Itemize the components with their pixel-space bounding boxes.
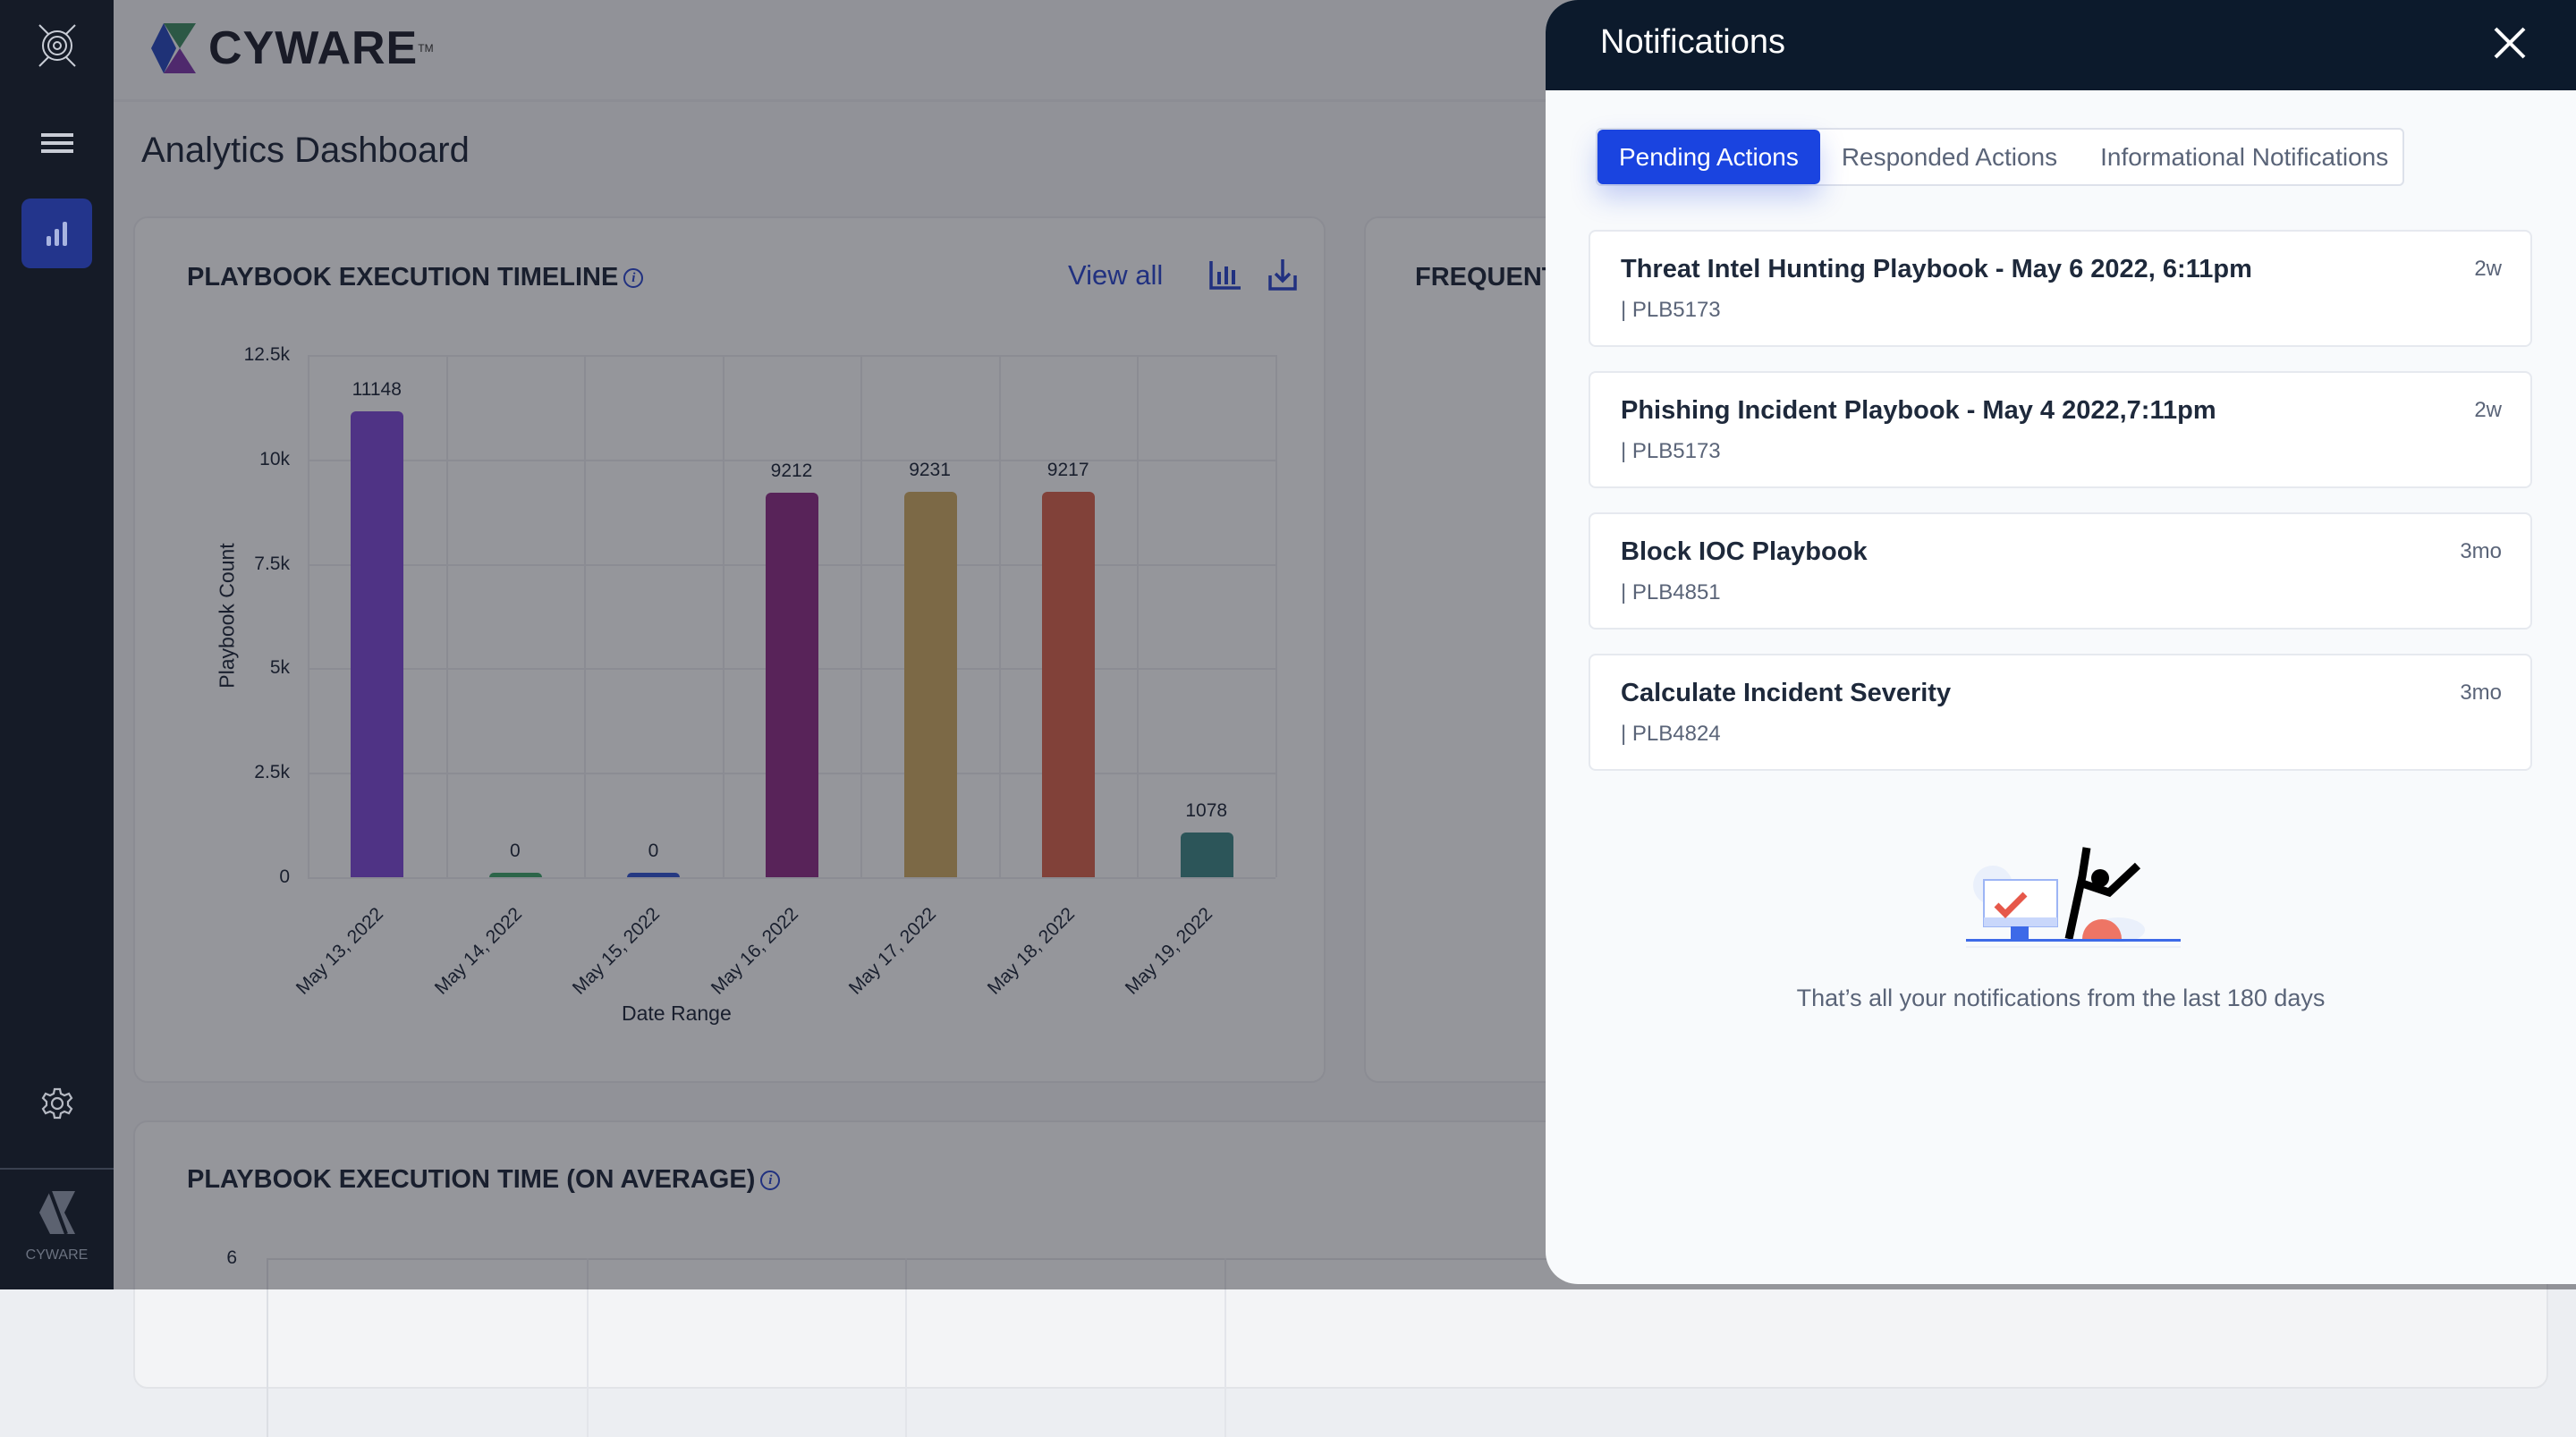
orchestrator-logo-icon[interactable]: [0, 20, 114, 72]
notification-item[interactable]: Block IOC Playbook | PLB4851 3mo: [1589, 512, 2532, 630]
notification-item[interactable]: Threat Intel Hunting Playbook - May 6 20…: [1589, 230, 2532, 347]
all-caught-up-illustration: [1966, 847, 2181, 948]
tab-pending-actions[interactable]: Pending Actions: [1597, 130, 1820, 184]
notifications-panel: Notifications Pending Actions Responded …: [1546, 0, 2576, 1284]
notification-playbook-id: | PLB5173: [1621, 298, 1721, 322]
empty-state-text: That’s all your notifications from the l…: [1796, 985, 2326, 1011]
notification-title: Threat Intel Hunting Playbook - May 6 20…: [1621, 255, 2252, 283]
cyware-logo-icon: [0, 1189, 114, 1236]
sidebar-item-analytics[interactable]: [21, 199, 92, 268]
notification-time: 2w: [2474, 257, 2502, 281]
panel-header: Notifications: [1546, 0, 2576, 90]
analytics-icon: [47, 222, 67, 246]
tab-informational-notifications[interactable]: Informational Notifications: [2079, 130, 2410, 184]
notification-tabs: Pending Actions Responded Actions Inform…: [1596, 128, 2404, 186]
notification-playbook-id: | PLB4824: [1621, 722, 1721, 746]
notification-item[interactable]: Calculate Incident Severity | PLB4824 3m…: [1589, 654, 2532, 771]
notification-title: Phishing Incident Playbook - May 4 2022,…: [1621, 396, 2216, 425]
panel-title: Notifications: [1600, 23, 1785, 61]
notification-item[interactable]: Phishing Incident Playbook - May 4 2022,…: [1589, 371, 2532, 488]
notification-title: Calculate Incident Severity: [1621, 679, 1952, 707]
notification-time: 2w: [2474, 398, 2502, 422]
sidebar: CYWARE: [0, 0, 114, 1289]
sidebar-brand: CYWARE: [25, 1247, 89, 1263]
notification-playbook-id: | PLB4851: [1621, 580, 1721, 604]
notification-time: 3mo: [2460, 680, 2502, 705]
notification-playbook-id: | PLB5173: [1621, 439, 1721, 463]
tab-responded-actions[interactable]: Responded Actions: [1820, 130, 2079, 184]
notification-time: 3mo: [2460, 539, 2502, 563]
sidebar-divider: [0, 1168, 114, 1170]
notification-title: Block IOC Playbook: [1621, 537, 1868, 566]
settings-icon[interactable]: [0, 1086, 114, 1121]
close-icon[interactable]: [2492, 25, 2528, 61]
hamburger-menu-icon[interactable]: [0, 130, 114, 156]
